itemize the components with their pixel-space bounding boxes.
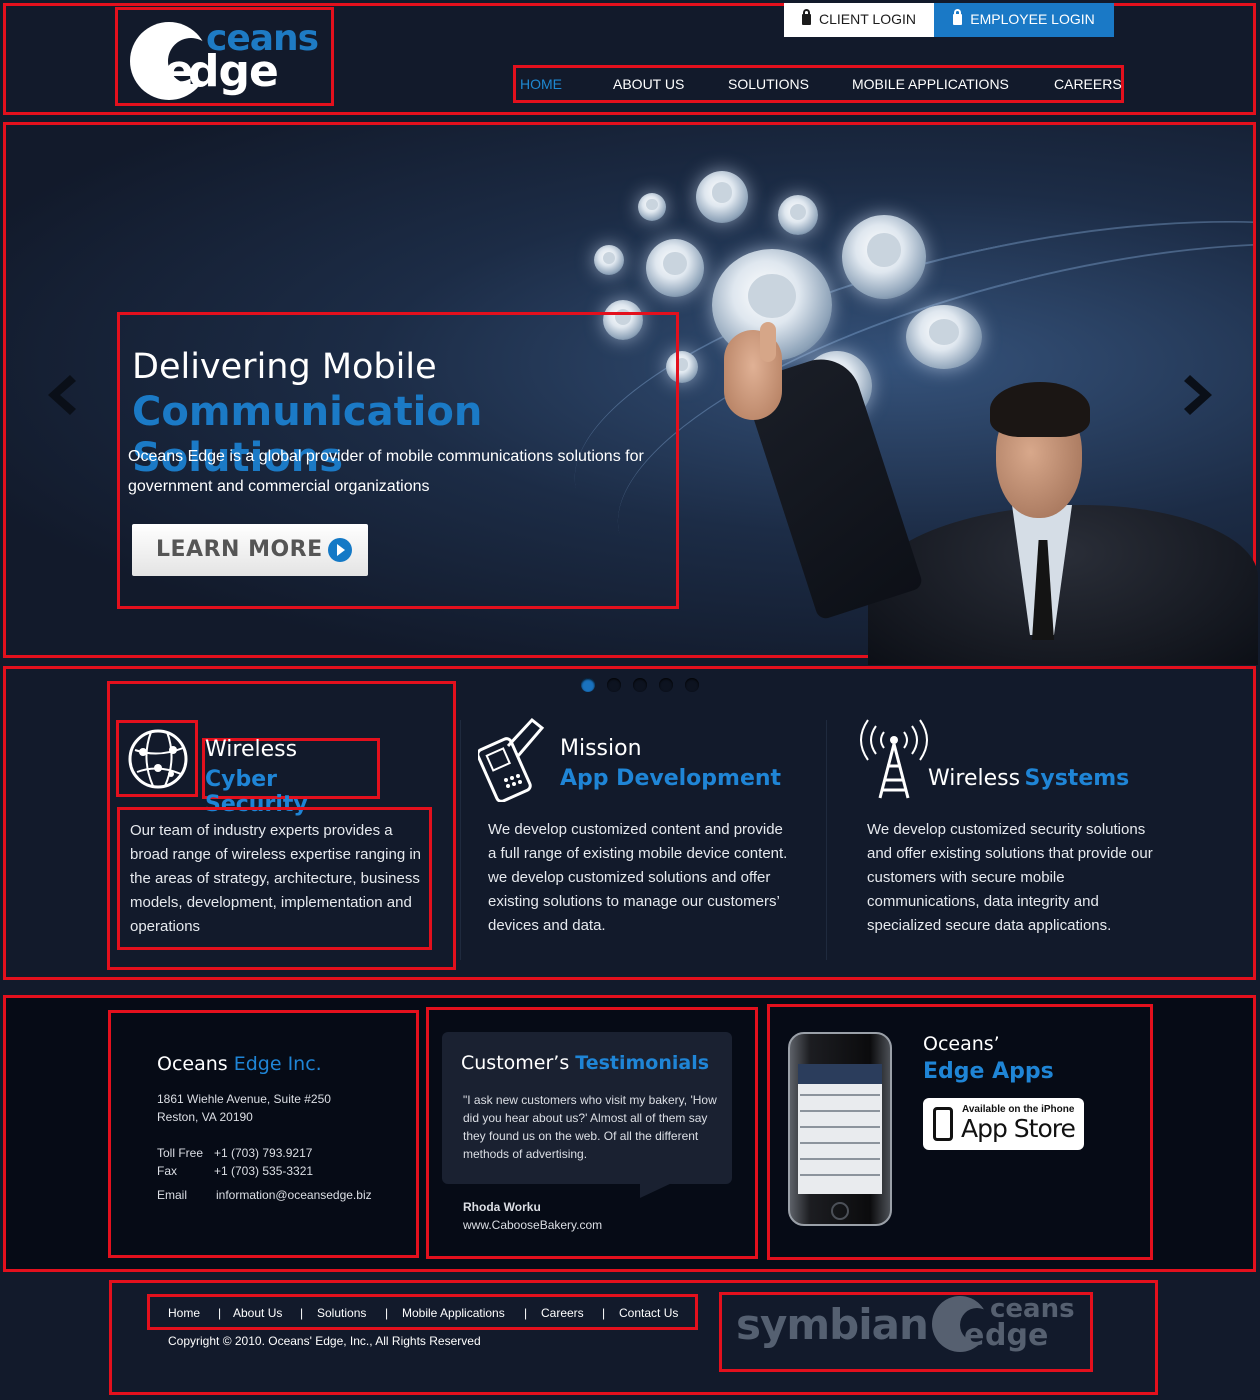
lock-icon — [953, 9, 963, 25]
footer-links: Home | About Us | Solutions | Mobile App… — [147, 1294, 698, 1330]
feature-divider — [460, 720, 461, 960]
hero-caption: Delivering Mobile Communication Solution… — [117, 312, 679, 609]
hero-description: Oceans Edge is a global provider of mobi… — [128, 448, 644, 495]
user-bubble-icon — [778, 195, 818, 235]
feature-title-box: Wireless Cyber Security — [202, 737, 380, 817]
lock-icon — [802, 9, 811, 25]
network-bubble-icon — [696, 171, 748, 223]
email-label: Email — [157, 1188, 188, 1202]
apps-title-white: Oceans’ — [923, 1033, 1000, 1055]
main-nav: HOME ABOUT US SOLUTIONS MOBILE APPLICATI… — [513, 65, 1124, 103]
screen-titlebar — [798, 1064, 882, 1084]
slider-prev-arrow-icon[interactable] — [44, 373, 78, 417]
testimonials-title: Customer’s Testimonials — [461, 1052, 709, 1074]
user-bubble-icon — [638, 193, 666, 221]
contact-column: Oceans Edge Inc. 1861 Wiehle Avenue, Sui… — [108, 1010, 419, 1258]
feature-divider — [826, 720, 827, 960]
home-button-icon — [831, 1202, 849, 1220]
slider-dot-3[interactable] — [633, 678, 647, 692]
employee-login-button[interactable]: EMPLOYEE LOGIN — [934, 3, 1114, 37]
footer-link-solutions[interactable]: Solutions — [317, 1306, 366, 1320]
oceansedge-grey-word-edge: dge — [985, 1318, 1049, 1353]
learn-more-button[interactable]: LEARN MORE — [132, 524, 368, 576]
mobile-phone-icon — [478, 717, 545, 802]
testimonial-website[interactable]: www.CabooseBakery.com — [463, 1216, 602, 1234]
nav-about-us[interactable]: ABOUT US — [613, 76, 684, 92]
feature-3-title-blue: Systems — [1024, 766, 1130, 791]
address-line-1: 1861 Wiehle Avenue, Suite #250 — [157, 1092, 331, 1106]
contact-title-white: Oceans — [157, 1053, 234, 1075]
tollfree-label: Toll Free — [157, 1146, 204, 1160]
person-hair — [990, 382, 1090, 437]
person-finger — [760, 322, 776, 362]
feature-1-title-white: Wireless — [205, 737, 298, 762]
iphone-icon — [933, 1107, 953, 1141]
footer-link-careers[interactable]: Careers — [541, 1306, 584, 1320]
feature-2-text: We develop customized content and provid… — [488, 821, 788, 934]
footer-separator: | — [218, 1306, 222, 1320]
contact-title-blue: Edge Inc. — [233, 1053, 322, 1075]
employee-login-label: EMPLOYEE LOGIN — [970, 11, 1095, 27]
address-line-2: Reston, VA 20190 — [157, 1110, 253, 1124]
oceansedge-grey-letter-e: e — [964, 1318, 985, 1353]
logo-word-edge: dge — [188, 46, 279, 97]
testimonial-quote: "I ask new customers who visit my bakery… — [463, 1093, 717, 1161]
slider-dot-1[interactable] — [581, 678, 595, 692]
tollfree-value: +1 (703) 793.9217 — [214, 1146, 313, 1160]
footer-separator: | — [300, 1306, 304, 1320]
radio-tower-icon — [860, 719, 928, 799]
slider-dot-2[interactable] — [607, 678, 621, 692]
slider-dot-5[interactable] — [685, 678, 699, 692]
slider-next-arrow-icon[interactable] — [1182, 373, 1216, 417]
feature-3-title: Wireless Systems — [928, 766, 1129, 791]
email-link[interactable]: information@oceansedge.biz — [216, 1186, 372, 1204]
footer-link-mobile-applications[interactable]: Mobile Applications — [402, 1306, 505, 1320]
feature-2-title-white: Mission — [560, 736, 642, 761]
nav-careers[interactable]: CAREERS — [1054, 76, 1122, 92]
nav-solutions[interactable]: SOLUTIONS — [728, 76, 809, 92]
slider-dot-4[interactable] — [659, 678, 673, 692]
footer-link-about-us[interactable]: About Us — [233, 1306, 282, 1320]
client-login-button[interactable]: CLIENT LOGIN — [784, 3, 934, 37]
fax-label: Fax — [157, 1164, 178, 1178]
nav-mobile-applications[interactable]: MOBILE APPLICATIONS — [852, 76, 1009, 92]
iphone-screen — [798, 1064, 882, 1194]
app-store-badge[interactable]: Available on the iPhone App Store — [923, 1098, 1084, 1150]
apps-title-blue: Edge Apps — [923, 1059, 1054, 1084]
iphone-image — [788, 1032, 892, 1226]
testimonials-title-white: Customer’s — [461, 1052, 576, 1074]
user-bubble-icon — [646, 239, 704, 297]
feature-2-title-blue: App Development — [560, 766, 782, 791]
globe-network-icon — [128, 729, 188, 789]
group-bubble-icon — [842, 215, 926, 299]
user-bubble-icon — [594, 245, 624, 275]
hero-headline: Delivering Mobile — [132, 347, 437, 387]
app-store-badge-big: App Store — [961, 1114, 1076, 1143]
testimonial-author: Rhoda Worku — [463, 1200, 541, 1214]
feature-3-title-white: Wireless — [928, 766, 1021, 791]
feature-text-box: Our team of industry experts provides a … — [117, 807, 432, 950]
logo[interactable]: e ceans dge — [115, 7, 334, 106]
copyright-text: Copyright © 2010. Oceans' Edge, Inc., Al… — [168, 1334, 481, 1348]
contact-title: Oceans Edge Inc. — [157, 1053, 322, 1075]
arrow-right-circle-icon — [328, 538, 352, 562]
learn-more-label: LEARN MORE — [156, 537, 323, 562]
client-login-label: CLIENT LOGIN — [819, 11, 916, 27]
footer-link-contact-us[interactable]: Contact Us — [619, 1306, 678, 1320]
fax-value: +1 (703) 535-3321 — [214, 1164, 314, 1178]
testimonials-title-blue: Testimonials — [575, 1052, 710, 1074]
user-bubble-icon — [906, 305, 982, 369]
symbian-logo: symbian — [736, 1300, 929, 1349]
feature-1-text: Our team of industry experts provides a … — [130, 822, 421, 935]
nav-home[interactable]: HOME — [520, 76, 562, 92]
footer-separator: | — [602, 1306, 606, 1320]
feature-icon-box — [116, 720, 198, 797]
footer-separator: | — [385, 1306, 389, 1320]
footer-separator: | — [524, 1306, 528, 1320]
footer-link-home[interactable]: Home — [168, 1306, 200, 1320]
feature-3-text: We develop customized security solutions… — [867, 821, 1153, 934]
testimonial-bubble-tail — [640, 1182, 674, 1198]
